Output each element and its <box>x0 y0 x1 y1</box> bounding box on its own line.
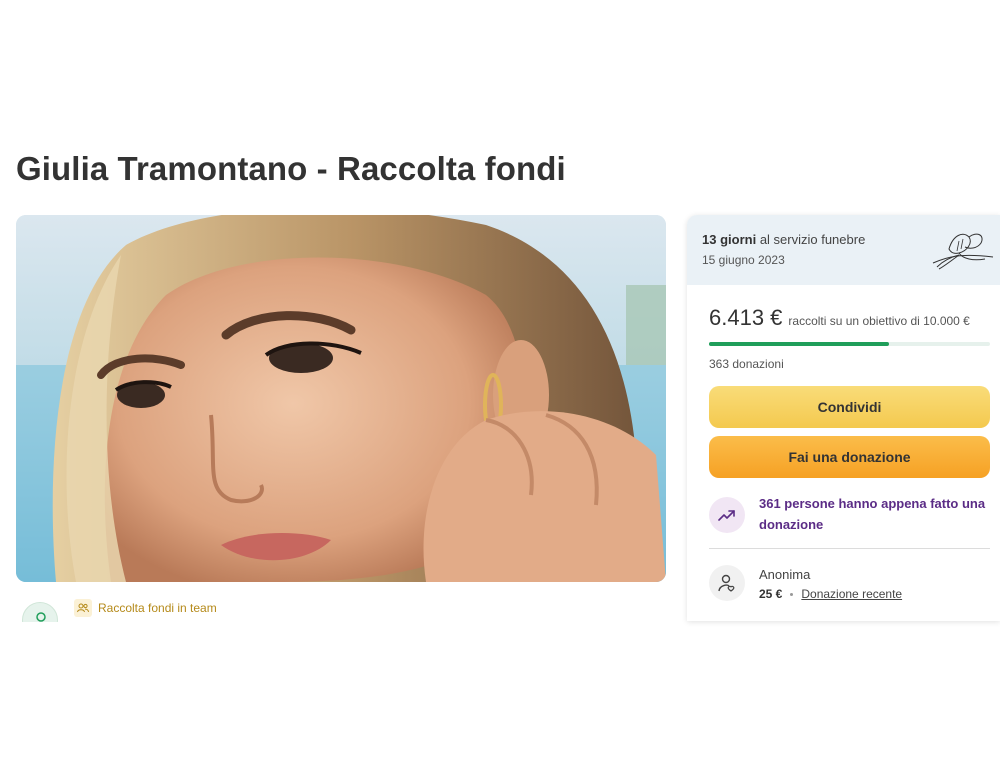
service-countdown: 13 giorni al servizio funebre <box>702 232 865 247</box>
funeral-service-banner: 13 giorni al servizio funebre 15 giugno … <box>687 215 1000 285</box>
donation-panel: 13 giorni al servizio funebre 15 giugno … <box>687 215 1000 621</box>
trending-up-icon <box>718 510 735 521</box>
team-tag-label: Raccolta fondi in team <box>98 601 217 615</box>
donor-name: Anonima <box>759 567 811 582</box>
fundraiser-page: Giulia Tramontano - Raccolta fondi Racco… <box>0 0 1000 770</box>
amount-raised: 6.413 € raccolti su un obiettivo di 10.0… <box>709 305 970 331</box>
service-days: 13 giorni <box>702 232 757 247</box>
portrait-image <box>16 215 666 582</box>
donation-list-item: Anonima 25 € Donazione recente <box>709 565 990 613</box>
page-title: Giulia Tramontano - Raccolta fondi <box>16 150 566 187</box>
separator-dot <box>790 592 794 596</box>
recent-donation-link[interactable]: Donazione recente <box>801 587 902 601</box>
divider <box>709 548 990 549</box>
user-icon <box>36 612 46 622</box>
service-date: 15 giugno 2023 <box>702 253 785 267</box>
donation-amount: 25 € <box>759 587 783 601</box>
team-row: Raccolta fondi in team <box>16 598 666 622</box>
lily-flower-icon <box>932 233 994 270</box>
raised-amount: 6.413 € <box>709 305 783 330</box>
team-icon <box>74 599 92 617</box>
recent-donors-text: 361 persone hanno appena fatto una donaz… <box>759 496 986 532</box>
campaign-photo[interactable] <box>16 215 666 582</box>
goal-text: raccolti su un obiettivo di 10.000 € <box>788 314 970 328</box>
progress-bar-fill <box>709 342 890 346</box>
donate-button[interactable]: Fai una donazione <box>709 436 990 478</box>
share-button[interactable]: Condividi <box>709 386 990 428</box>
service-label: al servizio funebre <box>759 232 866 247</box>
progress-bar <box>709 342 990 346</box>
recent-donors-notice: 361 persone hanno appena fatto una donaz… <box>709 495 990 535</box>
donor-heart-icon <box>718 574 735 592</box>
donor-meta: 25 € Donazione recente <box>759 587 902 601</box>
donation-count: 363 donazioni <box>709 357 784 371</box>
donor-avatar <box>709 565 745 601</box>
organizer-avatar[interactable] <box>22 602 58 622</box>
team-fundraiser-tag: Raccolta fondi in team <box>74 599 217 617</box>
trend-badge <box>709 497 745 533</box>
